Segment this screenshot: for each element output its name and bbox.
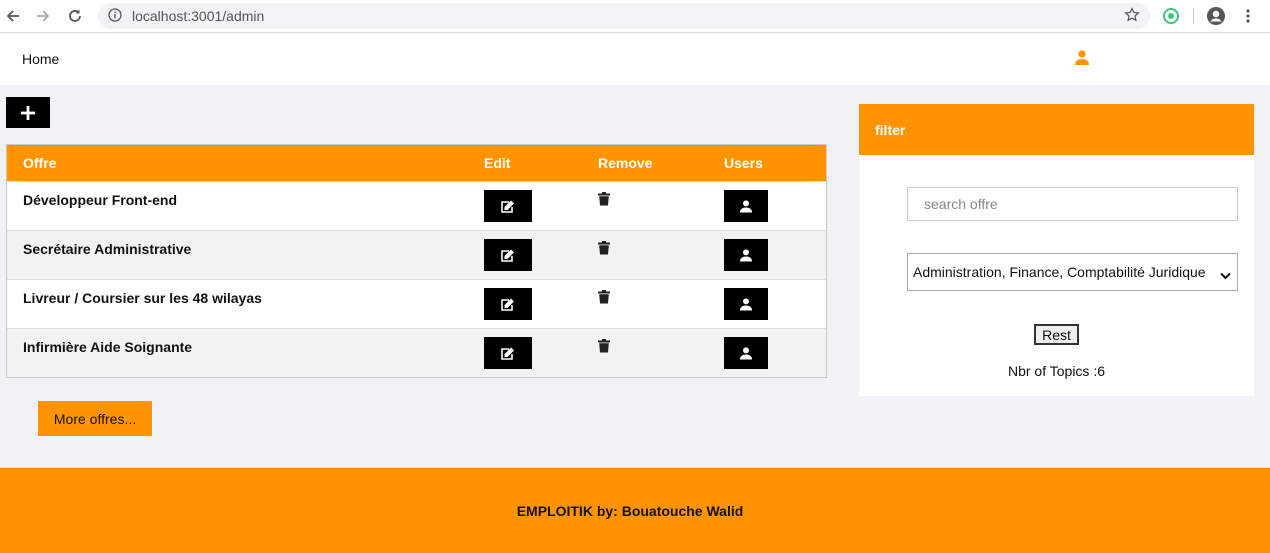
filter-title: filter [859,104,1254,155]
extension-icon[interactable] [1160,5,1182,27]
user-icon [740,297,752,310]
profile-icon[interactable] [1205,5,1227,27]
users-button[interactable] [724,239,768,271]
plus-icon [21,105,35,120]
edit-icon [501,298,514,311]
offres-table: Offre Edit Remove Users Développeur Fron… [6,144,827,378]
header-remove: Remove [598,155,653,171]
offre-title: Secrétaire Administrative [23,241,192,257]
users-button[interactable] [724,288,768,320]
offre-title: Développeur Front-end [23,192,178,208]
address-bar[interactable]: localhost:3001/admin [98,3,1150,29]
header-offre: Offre [23,155,57,171]
edit-icon [501,249,514,262]
user-icon[interactable] [1075,50,1089,71]
filter-panel: filter Administration, Finance, Comptabi… [859,104,1254,396]
search-input[interactable] [907,187,1238,221]
reload-icon[interactable] [64,5,86,27]
forward-icon[interactable] [32,5,54,27]
edit-button[interactable] [484,190,532,222]
edit-button[interactable] [484,239,532,271]
star-icon[interactable] [1124,7,1140,28]
topics-count: Nbr of Topics :6 [1007,363,1105,379]
table-row: Secrétaire Administrative [7,230,826,279]
trash-icon[interactable] [598,339,610,358]
footer: EMPLOITIK by: Bouatouche Walid [0,468,1270,553]
user-icon [740,248,752,261]
trash-icon[interactable] [598,290,610,309]
edit-icon [501,200,514,213]
table-row: Infirmière Aide Soignante [7,328,826,377]
user-icon [740,346,752,359]
edit-button[interactable] [484,288,532,320]
category-select-value: Administration, Finance, Comptabilité Ju… [913,264,1206,280]
menu-icon[interactable] [1237,5,1259,27]
offre-title: Livreur / Coursier sur les 48 wilayas [23,290,262,306]
trash-icon[interactable] [598,241,610,260]
users-button[interactable] [724,190,768,222]
more-offres-button[interactable]: More offres... [38,401,152,436]
header-users: Users [724,155,763,171]
category-select[interactable]: Administration, Finance, Comptabilité Ju… [907,253,1238,291]
app-navbar: Home [0,34,1270,85]
add-offre-button[interactable] [6,97,50,128]
browser-toolbar: localhost:3001/admin [0,0,1270,33]
edit-button[interactable] [484,337,532,369]
info-icon[interactable] [108,8,122,27]
table-row: Développeur Front-end [7,181,826,230]
back-icon[interactable] [2,5,24,27]
url-text: localhost:3001/admin [132,8,265,24]
table-row: Livreur / Coursier sur les 48 wilayas [7,279,826,328]
footer-text: EMPLOITIK by: Bouatouche Walid [516,503,744,519]
home-link[interactable]: Home [22,51,59,67]
offre-title: Infirmière Aide Soignante [23,339,193,355]
chevron-down-icon [1220,267,1231,283]
user-icon [740,199,752,212]
edit-icon [501,347,514,360]
header-edit: Edit [484,155,511,171]
reset-button[interactable]: Rest [1034,324,1079,345]
table-header: Offre Edit Remove Users [7,145,826,181]
users-button[interactable] [724,337,768,369]
toolbar-separator [1193,8,1194,24]
trash-icon[interactable] [598,192,610,211]
